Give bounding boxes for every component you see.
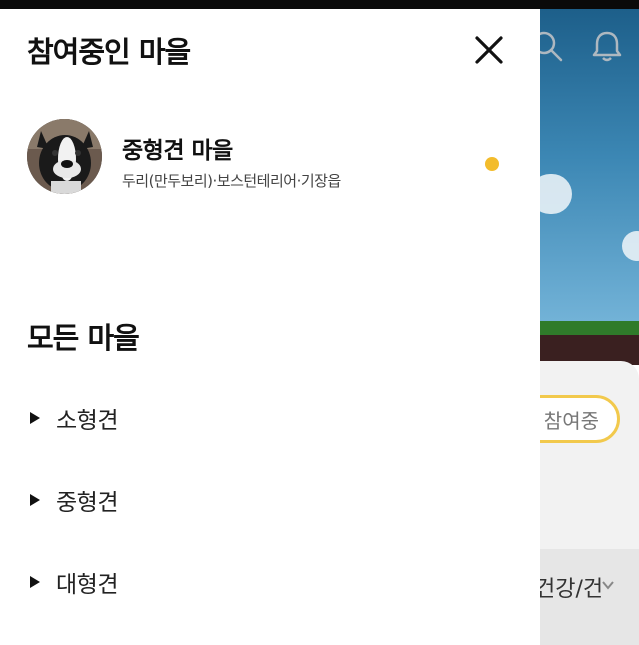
chevron-down-icon[interactable] xyxy=(600,577,616,593)
triangle-right-icon xyxy=(30,412,40,424)
background-app: 참여중 건강/건 xyxy=(540,9,639,645)
background-panel xyxy=(540,361,639,551)
health-tab-label[interactable]: 건강/건 xyxy=(540,571,603,603)
village-description: 두리(만두보리)·보스턴테리어·기장읍 xyxy=(122,172,341,190)
category-small-dogs[interactable]: 소형견 xyxy=(27,398,487,438)
category-label: 대형견 xyxy=(56,572,118,598)
category-large-dogs[interactable]: 대형견 xyxy=(27,562,487,602)
join-status-label: 참여중 xyxy=(543,408,599,433)
drawer-title: 참여중인 마을 xyxy=(27,35,191,69)
category-label: 중형견 xyxy=(56,490,118,516)
village-name: 중형견 마을 xyxy=(122,138,233,164)
category-label: 소형견 xyxy=(56,408,118,434)
bell-icon[interactable] xyxy=(590,29,624,63)
join-status-button[interactable]: 참여중 xyxy=(540,395,620,443)
close-icon[interactable] xyxy=(472,33,506,67)
village-drawer: 참여중인 마을 중형견 마을 두리(만두보리)·보스턴테리어·기장읍 모든 마을… xyxy=(0,9,540,645)
joined-village-item[interactable]: 중형견 마을 두리(만두보리)·보스턴테리어·기장읍 xyxy=(27,117,507,197)
triangle-right-icon xyxy=(30,494,40,506)
triangle-right-icon xyxy=(30,576,40,588)
active-status-dot xyxy=(485,157,499,171)
village-avatar xyxy=(27,119,102,194)
dog-avatar-image xyxy=(27,119,102,194)
category-medium-dogs[interactable]: 중형견 xyxy=(27,480,487,520)
search-icon[interactable] xyxy=(540,29,564,63)
status-bar xyxy=(0,0,639,9)
all-villages-title: 모든 마을 xyxy=(27,321,140,355)
